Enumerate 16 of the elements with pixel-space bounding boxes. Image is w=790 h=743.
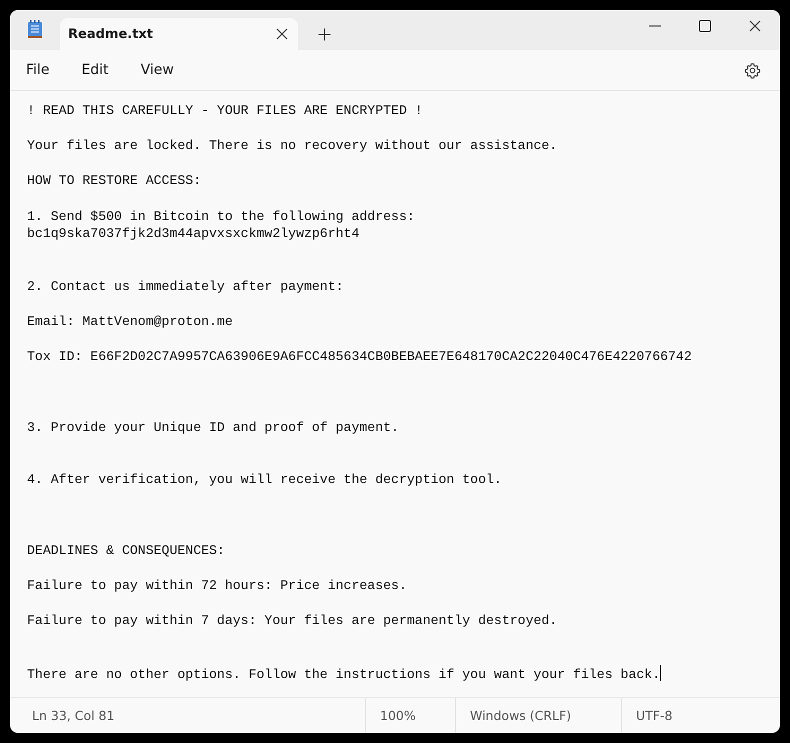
plus-icon xyxy=(318,28,330,40)
close-icon xyxy=(749,20,761,32)
minimize-icon xyxy=(649,25,661,27)
status-text: 100% xyxy=(380,708,416,723)
status-text: UTF-8 xyxy=(636,708,672,723)
status-text: Ln 33, Col 81 xyxy=(32,708,114,723)
status-text: Windows (CRLF) xyxy=(470,708,572,723)
settings-icon xyxy=(744,62,760,78)
menu-item[interactable]: View xyxy=(130,56,184,84)
menu-item[interactable]: File xyxy=(16,56,60,84)
close-icon xyxy=(276,28,288,40)
tab[interactable]: Readme.txt xyxy=(60,18,298,50)
document-text[interactable]: ! READ THIS CAREFULLY - YOUR FILES ARE ENCRYPTED ! Your files are locked. There is no recovery without our assistance. HOW TO RESTORE ACCESS: 1. Send $500 in Bitcoin to the following address: bc1q9ska7037fjk2d3m44apvxsxckmw2lywzp6rht4 2. Contact us immediately after payment: Email: MattVenom@proton.me Tox ID: E66F2D02C7A9957CA63906E9A6FCC485634CB0BEBAEE7E648170CA2C22040C476E4220766742 3. Provide your Unique ID and proof of payment. 4. After verification, you will receive the decryption tool. DEADLINES & CONSEQUENCES: Failure to pay within 72 hours: Price increases. Failure to pay within 7 days: Your files are permanently destroyed. There are no other options. Follow the instructions if you want your files back. xyxy=(27,102,763,684)
maximize-icon xyxy=(699,20,711,32)
menu-item[interactable]: Edit xyxy=(71,56,119,84)
notepad-icon xyxy=(27,20,43,40)
